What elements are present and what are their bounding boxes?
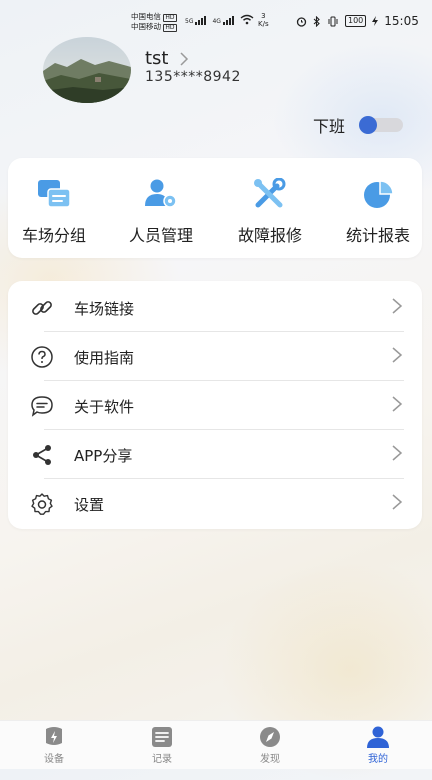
parking-group-icon xyxy=(38,180,71,208)
grid-label-parking-group: 车场分组 xyxy=(21,226,86,245)
net-speed: 3 K/s xyxy=(258,12,269,28)
hd-badge-2: HD xyxy=(163,24,177,32)
menu-item-share[interactable]: APP分享 xyxy=(28,431,404,479)
divider xyxy=(44,380,404,381)
profile-icon xyxy=(367,726,389,748)
hd-badge: HD xyxy=(163,14,177,22)
menu-item-settings[interactable]: 设置 xyxy=(28,480,404,528)
tab-label-device: 设备 xyxy=(44,754,64,765)
menu-label-share: APP分享 xyxy=(74,447,133,465)
link-icon xyxy=(32,301,52,315)
menu-label-parking-link: 车场链接 xyxy=(74,300,135,318)
signal-4g-icon: 4G xyxy=(212,16,234,25)
tab-device[interactable]: 设备 xyxy=(14,725,94,765)
network-5g-label: 5G xyxy=(185,18,194,25)
avatar[interactable] xyxy=(43,37,131,103)
share-icon xyxy=(33,445,51,465)
carrier-1: 中国电信 xyxy=(131,12,161,21)
vibrate-icon xyxy=(328,16,338,26)
pie-chart-icon xyxy=(364,180,394,208)
user-management-icon xyxy=(145,179,177,208)
chevron-right-icon xyxy=(392,445,403,461)
chevron-right-icon xyxy=(179,51,188,66)
net-speed-value: 3 xyxy=(261,12,266,20)
tab-discover[interactable]: 发现 xyxy=(230,725,310,765)
divider xyxy=(44,478,404,479)
compass-icon xyxy=(260,727,280,747)
toggle-knob xyxy=(359,116,378,134)
charging-icon xyxy=(372,16,379,26)
menu-label-about: 关于软件 xyxy=(74,398,135,416)
menu-item-about[interactable]: 关于软件 xyxy=(28,382,404,430)
avatar-landscape-image xyxy=(43,37,131,103)
gear-icon xyxy=(31,493,53,515)
clock: 15:05 xyxy=(384,14,419,28)
chat-bubble-icon xyxy=(31,396,53,417)
net-speed-unit: K/s xyxy=(258,20,269,28)
signal-5g-icon: 5G xyxy=(185,16,207,25)
menu-item-user-guide[interactable]: 使用指南 xyxy=(28,333,404,381)
username: tst xyxy=(145,48,169,69)
grid-label-statistics: 统计报表 xyxy=(345,226,410,245)
tab-record[interactable]: 记录 xyxy=(122,725,202,765)
signal-indicators: 5G 4G xyxy=(185,14,254,25)
alarm-icon xyxy=(296,16,307,27)
bottom-tab-bar: 设备 记录 发现 我的 xyxy=(0,720,432,769)
menu-label-settings: 设置 xyxy=(74,496,105,514)
tab-label-mine: 我的 xyxy=(368,754,388,765)
chevron-right-icon xyxy=(392,494,403,510)
help-icon xyxy=(31,346,53,368)
repair-tools-icon xyxy=(254,178,286,208)
menu-item-parking-link[interactable]: 车场链接 xyxy=(28,284,404,332)
divider xyxy=(44,331,404,332)
duty-label: 下班 xyxy=(313,117,346,136)
wifi-icon xyxy=(240,14,254,25)
chevron-right-icon xyxy=(392,396,403,412)
system-status: 100 15:05 xyxy=(296,14,419,28)
tab-label-record: 记录 xyxy=(152,754,172,765)
tab-label-discover: 发现 xyxy=(260,754,280,765)
grid-label-user-management: 人员管理 xyxy=(128,226,193,245)
divider xyxy=(44,429,404,430)
carrier-info: 中国电信 HD 中国移动 HD xyxy=(131,12,177,32)
battery-icon: 100 xyxy=(345,15,367,27)
network-4g-label: 4G xyxy=(212,18,221,25)
phone-number: 135****8942 xyxy=(145,69,241,85)
username-row[interactable]: tst xyxy=(145,48,189,69)
duty-toggle-row: 下班 xyxy=(313,113,404,137)
grid-item-parking-group[interactable]: 车场分组 xyxy=(4,178,104,246)
menu-card: 车场链接 使用指南 关于软件 APP分享 设置 xyxy=(8,281,422,529)
status-bar: 中国电信 HD 中国移动 HD 5G 4G 3 K/s 100 15:05 xyxy=(0,8,432,34)
device-icon xyxy=(46,727,62,745)
carrier-2: 中国移动 xyxy=(131,22,161,31)
grid-item-user-management[interactable]: 人员管理 xyxy=(111,178,211,246)
duty-toggle[interactable] xyxy=(359,116,404,134)
menu-label-user-guide: 使用指南 xyxy=(74,349,135,367)
tab-mine[interactable]: 我的 xyxy=(338,725,418,765)
bluetooth-icon xyxy=(313,15,320,27)
quick-actions-card: 车场分组 人员管理 故障报修 统计报表 xyxy=(8,158,422,258)
grid-item-repair[interactable]: 故障报修 xyxy=(220,178,320,246)
record-icon xyxy=(152,727,172,747)
chevron-right-icon xyxy=(392,347,403,363)
chevron-right-icon xyxy=(392,298,403,314)
grid-item-statistics[interactable]: 统计报表 xyxy=(328,178,428,246)
grid-label-repair: 故障报修 xyxy=(237,226,302,245)
